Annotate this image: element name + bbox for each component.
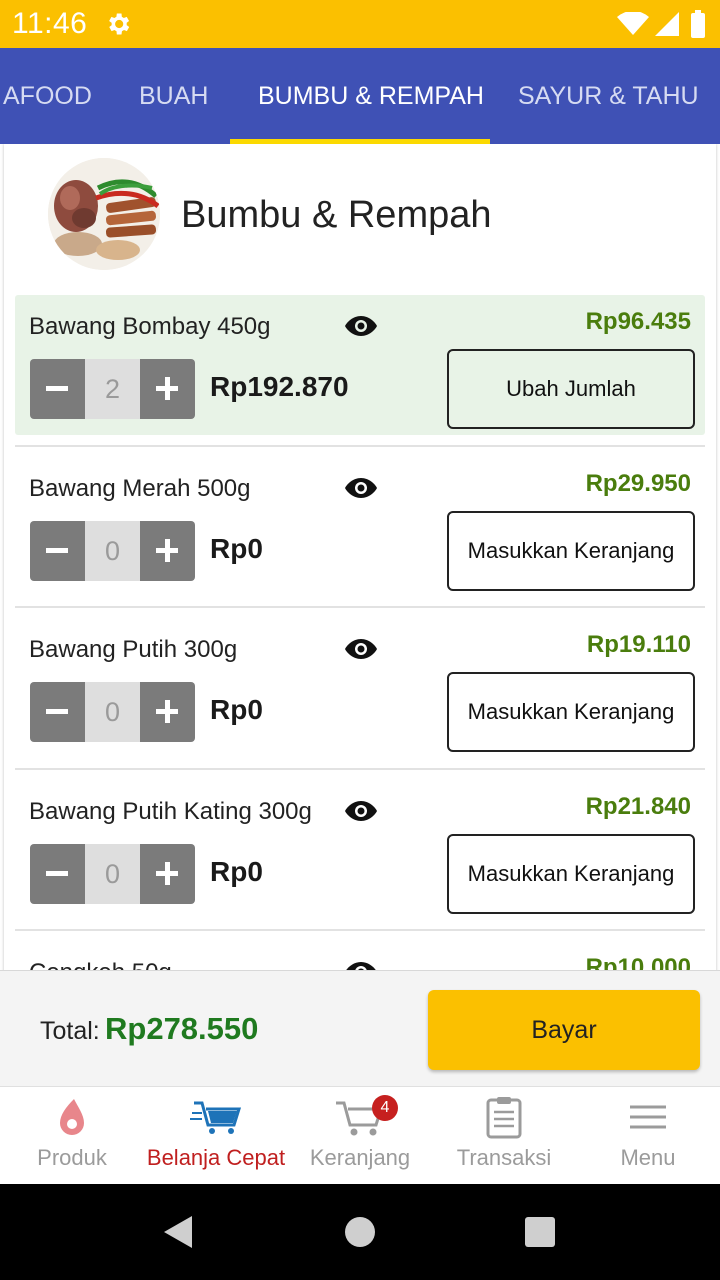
product-subtotal: Rp0 <box>210 533 263 564</box>
nav-keranjang[interactable]: 4 Keranjang <box>288 1087 432 1185</box>
product-row: Bawang Putih 300g Rp19.110 0 Rp0 Masukka… <box>15 618 705 758</box>
fast-cart-icon <box>190 1101 242 1134</box>
increase-button[interactable] <box>140 844 195 904</box>
add-to-cart-button[interactable]: Masukkan Keranjang <box>447 672 695 752</box>
add-to-cart-button[interactable]: Masukkan Keranjang <box>447 511 695 591</box>
product-price: Rp10.000 <box>585 954 691 970</box>
eye-icon[interactable] <box>344 314 378 338</box>
tab-buah[interactable]: BUAH <box>139 48 208 144</box>
quantity-stepper: 0 <box>30 844 195 904</box>
nav-label: Belanja Cepat <box>146 1145 286 1170</box>
nav-label: Produk <box>37 1145 107 1170</box>
category-title: Bumbu & Rempah <box>181 194 492 236</box>
product-name: Bawang Putih 300g <box>29 636 238 663</box>
product-list-area[interactable]: Bumbu & Rempah Bawang Bombay 450g Rp96.4… <box>0 144 720 970</box>
quantity-stepper: 0 <box>30 682 195 742</box>
add-to-cart-button[interactable]: Masukkan Keranjang <box>447 834 695 914</box>
quantity-stepper: 2 <box>30 359 195 419</box>
increase-button[interactable] <box>140 521 195 581</box>
quantity-stepper: 0 <box>30 521 195 581</box>
home-icon[interactable] <box>344 1216 376 1248</box>
nav-transaksi[interactable]: Transaksi <box>432 1087 576 1185</box>
quantity-value[interactable]: 0 <box>85 844 140 904</box>
settings-gear-icon <box>109 13 130 35</box>
product-row: Bawang Merah 500g Rp29.950 0 Rp0 Masukka… <box>15 457 705 597</box>
total-value: Rp278.550 <box>105 1011 259 1046</box>
product-name: Bawang Putih Kating 300g <box>29 798 312 825</box>
decrease-button[interactable] <box>30 682 85 742</box>
decrease-button[interactable] <box>30 359 85 419</box>
product-price: Rp21.840 <box>585 793 691 820</box>
product-row: Bawang Putih Kating 300g Rp21.840 0 Rp0 … <box>15 780 705 920</box>
increase-button[interactable] <box>140 682 195 742</box>
increase-button[interactable] <box>140 359 195 419</box>
produk-icon <box>60 1099 84 1135</box>
wifi-icon <box>617 12 649 35</box>
product-subtotal: Rp0 <box>210 694 263 725</box>
decrease-button[interactable] <box>30 521 85 581</box>
product-subtotal: Rp0 <box>210 856 263 887</box>
bottom-navigation: Produk Belanja Cepat 4 Keranjang Transak… <box>0 1086 720 1184</box>
quantity-value[interactable]: 0 <box>85 682 140 742</box>
total-label: Total: <box>40 1017 100 1045</box>
row-divider <box>15 606 705 608</box>
pay-button[interactable]: Bayar <box>428 990 700 1070</box>
quantity-value[interactable]: 0 <box>85 521 140 581</box>
back-icon[interactable] <box>160 1214 194 1250</box>
hamburger-icon <box>630 1105 666 1129</box>
eye-icon[interactable] <box>344 476 378 500</box>
row-divider <box>15 445 705 447</box>
battery-icon <box>691 10 705 38</box>
tab-seafood[interactable]: AFOOD <box>3 48 92 144</box>
system-navigation-bar <box>0 1184 720 1280</box>
cart-count-badge: 4 <box>372 1095 398 1121</box>
category-image <box>48 158 160 270</box>
nav-menu[interactable]: Menu <box>576 1087 720 1185</box>
eye-icon[interactable] <box>344 637 378 661</box>
product-row: Bawang Bombay 450g Rp96.435 2 Rp192.870 … <box>15 295 705 435</box>
signal-icon <box>655 12 679 36</box>
product-price: Rp19.110 <box>586 631 691 658</box>
eye-icon[interactable] <box>344 960 378 970</box>
nav-label: Keranjang <box>309 1145 411 1170</box>
product-price: Rp29.950 <box>585 470 691 497</box>
total-bar: Total: Rp278.550 Bayar <box>0 970 720 1086</box>
row-divider <box>15 768 705 770</box>
nav-label: Menu <box>620 1145 676 1170</box>
product-subtotal: Rp192.870 <box>210 371 349 402</box>
product-name: Cengkeh 50g <box>29 959 172 970</box>
product-row: Cengkeh 50g Rp10.000 <box>15 941 705 970</box>
nav-produk[interactable]: Produk <box>0 1087 144 1185</box>
nav-label: Transaksi <box>456 1145 552 1170</box>
quantity-value[interactable]: 2 <box>85 359 140 419</box>
row-divider <box>15 929 705 931</box>
clipboard-icon <box>486 1097 522 1139</box>
decrease-button[interactable] <box>30 844 85 904</box>
product-price: Rp96.435 <box>585 308 691 335</box>
tab-bumbu-rempah[interactable]: BUMBU & REMPAH <box>258 48 484 144</box>
tab-sayur-tahu[interactable]: SAYUR & TAHU <box>518 48 699 144</box>
nav-belanja-cepat[interactable]: Belanja Cepat <box>144 1087 288 1185</box>
category-tab-bar: AFOOD BUAH BUMBU & REMPAH SAYUR & TAHU <box>0 48 720 144</box>
status-time: 11:46 <box>12 7 88 40</box>
eye-icon[interactable] <box>344 799 378 823</box>
product-name: Bawang Merah 500g <box>29 475 251 502</box>
status-bar: 11:46 <box>0 0 720 48</box>
change-quantity-button[interactable]: Ubah Jumlah <box>447 349 695 429</box>
product-name: Bawang Bombay 450g <box>29 313 271 340</box>
recents-icon[interactable] <box>524 1216 556 1248</box>
